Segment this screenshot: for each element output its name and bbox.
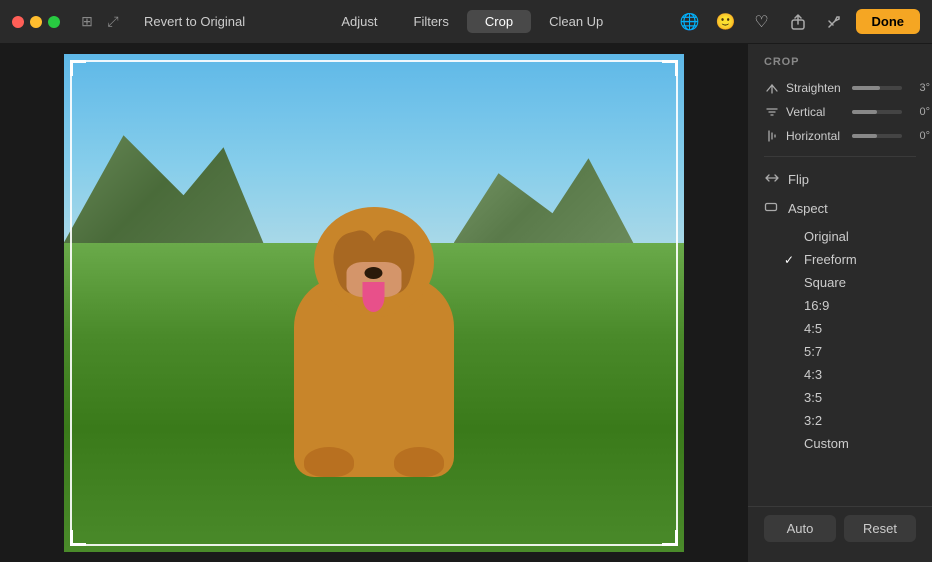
aspect-option-3-2[interactable]: 3:2 <box>748 409 932 432</box>
tab-crop[interactable]: Crop <box>467 10 531 33</box>
vertical-slider[interactable] <box>852 110 902 114</box>
auto-button[interactable]: Auto <box>764 515 836 542</box>
panel-bottom: Auto Reset <box>748 506 932 550</box>
right-panel: CROP Straighten 3° Vertical <box>747 44 932 562</box>
horizontal-row: Horizontal 0° <box>748 124 932 148</box>
aspect-option-label: 4:3 <box>804 367 822 382</box>
globe-icon-button[interactable]: 🌐 <box>676 8 704 36</box>
aspect-option-square[interactable]: Square <box>748 271 932 294</box>
straighten-row: Straighten 3° <box>748 76 932 100</box>
crop-handle-top-right[interactable] <box>662 60 678 76</box>
aspect-option-label: 5:7 <box>804 344 822 359</box>
aspect-option-label: 4:5 <box>804 321 822 336</box>
traffic-lights <box>12 16 60 28</box>
flip-label: Flip <box>788 172 809 187</box>
aspect-option-label: Original <box>804 229 849 244</box>
horizontal-slider[interactable] <box>852 134 902 138</box>
sidebar-toggle-button[interactable]: ⊞ <box>76 14 98 30</box>
aspect-options: Original ✓ Freeform Square 16:9 <box>748 223 932 457</box>
aspect-icon <box>764 200 780 217</box>
nav-bar: Adjust Filters Crop Clean Up <box>285 10 659 33</box>
tab-filters[interactable]: Filters <box>396 10 467 33</box>
horizontal-value: 0° <box>908 130 930 142</box>
vertical-value: 0° <box>908 106 930 118</box>
aspect-option-label: Custom <box>804 436 849 451</box>
share-icon-button[interactable] <box>784 8 812 36</box>
tools-icon-button[interactable] <box>820 8 848 36</box>
tab-cleanup[interactable]: Clean Up <box>531 10 621 33</box>
straighten-label: Straighten <box>786 81 846 95</box>
aspect-option-4-5[interactable]: 4:5 <box>748 317 932 340</box>
window-controls: ⊞ ⤢ <box>76 14 124 30</box>
maximize-button[interactable] <box>48 16 60 28</box>
aspect-option-label: Square <box>804 275 846 290</box>
heart-icon-button[interactable]: ♡ <box>748 8 776 36</box>
main-content: CROP Straighten 3° Vertical <box>0 44 932 562</box>
aspect-option-custom[interactable]: Custom <box>748 432 932 455</box>
flip-icon <box>764 171 780 188</box>
crop-overlay[interactable] <box>64 54 684 552</box>
emoji-icon-button[interactable]: 🙂 <box>712 8 740 36</box>
aspect-header[interactable]: Aspect <box>748 194 932 223</box>
vertical-row: Vertical 0° <box>748 100 932 124</box>
aspect-option-label: 3:5 <box>804 390 822 405</box>
titlebar: ⊞ ⤢ Revert to Original Adjust Filters Cr… <box>0 0 932 44</box>
aspect-option-16-9[interactable]: 16:9 <box>748 294 932 317</box>
aspect-option-freeform[interactable]: ✓ Freeform <box>748 248 932 271</box>
aspect-option-label: Freeform <box>804 252 857 267</box>
photo-container <box>64 54 684 552</box>
aspect-option-label: 16:9 <box>804 298 829 313</box>
toolbar-right: 🌐 🙂 ♡ Done <box>676 8 921 36</box>
minimize-button[interactable] <box>30 16 42 28</box>
horizontal-label: Horizontal <box>786 129 846 143</box>
crop-border <box>70 60 678 546</box>
aspect-option-4-3[interactable]: 4:3 <box>748 363 932 386</box>
reset-button[interactable]: Reset <box>844 515 916 542</box>
flip-item[interactable]: Flip <box>748 165 932 194</box>
done-button[interactable]: Done <box>856 9 921 34</box>
close-button[interactable] <box>12 16 24 28</box>
crop-handle-top-left[interactable] <box>70 60 86 76</box>
divider-1 <box>764 156 916 157</box>
aspect-label: Aspect <box>788 201 828 216</box>
vertical-label: Vertical <box>786 105 846 119</box>
tab-adjust[interactable]: Adjust <box>323 10 395 33</box>
panel-title: CROP <box>748 56 932 76</box>
straighten-value: 3° <box>908 82 930 94</box>
straighten-icon <box>764 80 780 96</box>
aspect-section: Aspect Original ✓ Freeform Square <box>748 194 932 457</box>
fullscreen-button[interactable]: ⤢ <box>102 14 124 30</box>
aspect-check-freeform: ✓ <box>784 253 798 267</box>
aspect-option-3-5[interactable]: 3:5 <box>748 386 932 409</box>
crop-handle-bottom-left[interactable] <box>70 530 86 546</box>
aspect-option-label: 3:2 <box>804 413 822 428</box>
image-area[interactable] <box>0 44 747 562</box>
horizontal-icon <box>764 128 780 144</box>
aspect-option-original[interactable]: Original <box>748 225 932 248</box>
crop-handle-bottom-right[interactable] <box>662 530 678 546</box>
aspect-option-5-7[interactable]: 5:7 <box>748 340 932 363</box>
vertical-icon <box>764 104 780 120</box>
revert-button[interactable]: Revert to Original <box>132 10 257 33</box>
straighten-slider[interactable] <box>852 86 902 90</box>
